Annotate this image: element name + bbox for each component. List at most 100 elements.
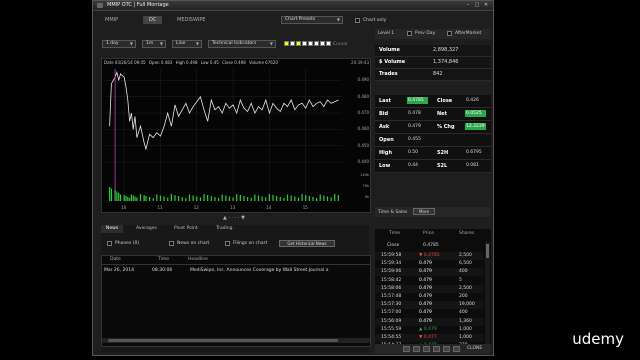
volume-bar (315, 198, 318, 201)
volume-bar (170, 194, 172, 201)
price-chart[interactable]: Date 03/26/14 09:45 Open 0.483 High 0.49… (101, 58, 371, 213)
alert-icon[interactable] (443, 346, 450, 352)
tab-mediswipe[interactable]: MEDISWIPE (171, 16, 212, 24)
style-dropdown[interactable]: Line ▼ (172, 40, 202, 48)
layout-icon[interactable] (453, 346, 460, 352)
after-market-checkbox[interactable] (447, 31, 452, 36)
status-bar: CLONE (375, 344, 491, 354)
ts-row[interactable]: 15:59:34 0.479 6,500 (375, 260, 483, 268)
ts-row[interactable]: 15:59:06 0.479 400 (375, 268, 483, 277)
quote-label: Bid (379, 111, 389, 117)
ts-row[interactable]: 15:54:55 ▼ 0.477 1,000 (375, 334, 483, 342)
stat-label: $ Volume (379, 59, 406, 65)
phones-checkbox[interactable] (107, 241, 112, 246)
y-tick-label: 0.460 (357, 126, 369, 132)
filings-on-chart-checkbox[interactable] (225, 241, 230, 246)
color-swatch[interactable] (290, 41, 295, 46)
volume-bar (134, 196, 136, 201)
news-table: Date Time Headline Mar 26, 2014 08:30:06… (101, 255, 371, 347)
chart-only-checkbox[interactable] (355, 18, 360, 23)
volume-bar (163, 196, 165, 201)
color-swatch[interactable] (308, 41, 313, 46)
color-swatch[interactable] (302, 41, 307, 46)
tab-averages[interactable]: Averages (131, 225, 162, 233)
quote-value: 0.081 (466, 163, 479, 168)
minimize-icon[interactable]: – (465, 3, 471, 8)
ts-row[interactable]: 15:55:59 ▲ 0.479 1,000 (375, 326, 483, 334)
more-button[interactable]: More (413, 208, 435, 215)
ts-shares: 5 (459, 277, 462, 283)
volume-bar (129, 198, 131, 201)
ts-shares: 19,000 (459, 302, 475, 308)
interval-dropdown[interactable]: 1m ▼ (142, 40, 166, 48)
ts-vertical-scrollbar[interactable] (485, 242, 490, 347)
quote-value: 0.6795 (466, 150, 482, 155)
quote-label: 52H (437, 150, 449, 156)
ts-price: 0.479 (419, 294, 432, 299)
color-swatch[interactable] (326, 41, 331, 46)
tab-trading[interactable]: Trading (211, 225, 238, 233)
ts-row[interactable]: 15:57:00 0.479 400 (375, 309, 483, 317)
ts-row[interactable]: 15:57:30 0.479 19,000 (375, 301, 483, 310)
quote-label: Open (379, 137, 394, 143)
time-and-sales-table: Time Price Shares Close 0.4785 15:59:58 ▼… (375, 229, 491, 351)
clone-label[interactable]: CLONE (467, 346, 482, 351)
ts-shares: 1,360 (459, 318, 472, 324)
screenshot-icon[interactable] (403, 346, 410, 352)
phones-label: Phones (0) (115, 241, 140, 246)
ts-time: 15:58:42 (381, 277, 402, 283)
ts-shares: 6,500 (459, 261, 472, 267)
x-tick-label: 14 (266, 205, 272, 210)
tab-dc[interactable]: DC (143, 16, 163, 24)
application-window: MMIP OTC | Full Montage – □ ✕ MMIP DC ME… (92, 0, 494, 356)
volume-bar (290, 195, 292, 201)
ts-time: 15:57:00 (381, 310, 402, 316)
tab-pivot-point[interactable]: Pivot Point (169, 225, 203, 233)
chart-presets-dropdown[interactable]: Chart Presets ▼ (281, 16, 343, 24)
news-horizontal-scrollbar[interactable] (102, 338, 370, 343)
ts-col-time: Time (389, 231, 401, 236)
news-date: Mar 26, 2014 (104, 268, 134, 273)
zoom-icon[interactable] (423, 346, 430, 352)
news-on-chart-checkbox[interactable] (169, 241, 174, 246)
ts-time: 15:59:58 (381, 253, 402, 258)
color-swatch[interactable] (320, 41, 325, 46)
color-swatch[interactable] (314, 41, 319, 46)
close-icon[interactable]: ✕ (483, 3, 489, 8)
maximize-icon[interactable]: □ (474, 3, 480, 8)
link-icon[interactable] (413, 346, 420, 352)
indicators-label: Technical Indicators (212, 41, 257, 46)
ts-time: 15:54:55 (381, 335, 402, 340)
get-historical-news-button[interactable]: Get Historical News (279, 240, 335, 247)
volume-bar (118, 193, 120, 201)
prev-day-checkbox[interactable] (407, 31, 412, 36)
after-market-label: AfterMarket (455, 31, 482, 36)
indicators-dropdown[interactable]: Technical Indicators ▼ (208, 40, 276, 48)
ts-row[interactable]: 15:58:42 0.479 5 (375, 277, 483, 285)
tab-news[interactable]: News (101, 225, 124, 233)
stat-label: Volume (379, 47, 400, 53)
ts-row[interactable]: 15:58:06 0.479 2,500 (375, 284, 483, 293)
chart-toolbar: 1 day ▼ 1m ▼ Line ▼ Technical Indicators… (100, 38, 376, 50)
ts-price: ▼ 0.4785 (419, 253, 440, 258)
news-row[interactable]: Mar 26, 2014 08:30:06 MediSwipe, Inc. An… (102, 268, 370, 275)
volume-bar (199, 197, 201, 201)
volume-bar (132, 195, 134, 201)
ts-price: ▼ 0.477 (419, 335, 437, 340)
range-dropdown[interactable]: 1 day ▼ (102, 40, 136, 48)
ts-row[interactable]: 15:56:09 0.479 1,360 (375, 317, 483, 326)
cursor-label: Cursor (333, 42, 348, 47)
ts-row[interactable]: 15:59:58 ▼ 0.4785 2,500 (375, 252, 483, 260)
volume-bar (308, 196, 310, 201)
ts-row[interactable]: 15:57:48 0.479 200 (375, 293, 483, 301)
volume-bar (136, 197, 138, 201)
splitter-handle[interactable]: ▲ · · · · ▼ (223, 215, 245, 221)
tab-mmip[interactable]: MMIP (99, 16, 124, 24)
news-col-time: Time (158, 257, 170, 262)
ts-shares: 2,500 (459, 253, 472, 258)
volume-bar (247, 197, 249, 201)
color-swatch[interactable] (296, 41, 301, 46)
settings-icon[interactable] (433, 346, 440, 352)
color-swatch[interactable] (284, 41, 289, 46)
time-and-sales-label: Time & Sales (378, 210, 408, 215)
